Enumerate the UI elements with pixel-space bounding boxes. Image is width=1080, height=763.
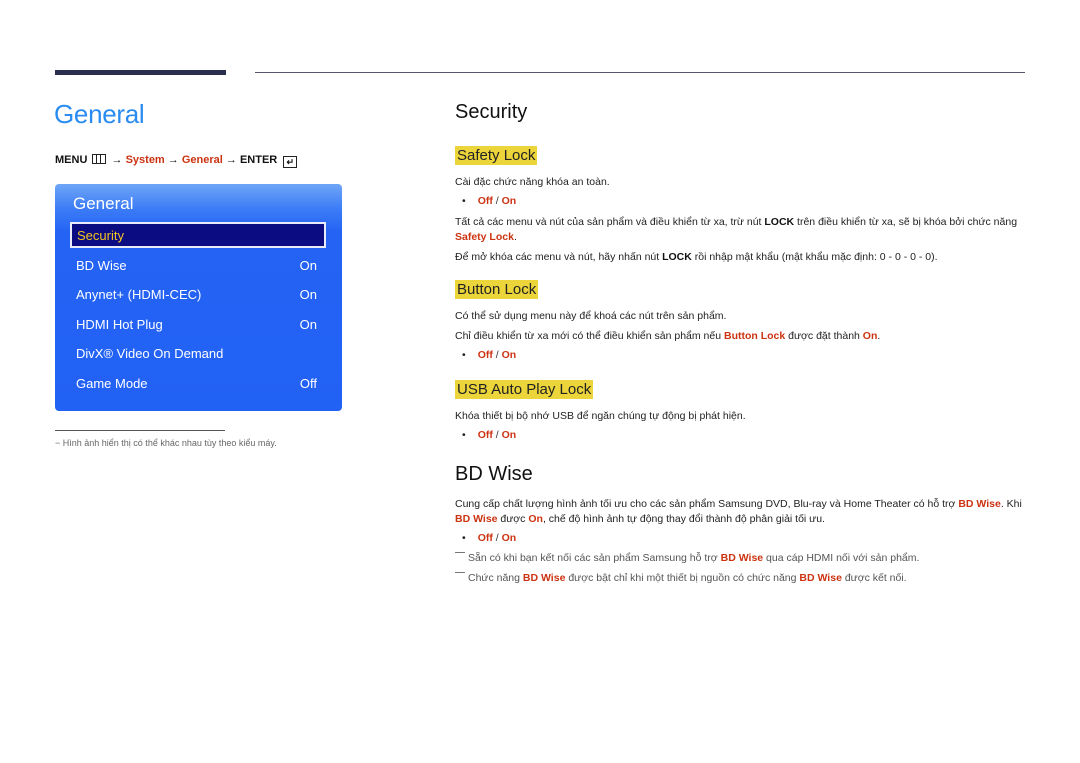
menu-item-security[interactable]: Security [70,222,326,248]
enter-label: ENTER [239,154,278,166]
menu-item-anynet[interactable]: Anynet+ (HDMI-CEC) On [70,282,326,308]
arrow: → [225,154,237,166]
menu-item-value: On [299,258,317,273]
safety-lock-desc: Cài đặc chức năng khóa an toàn. [455,176,610,188]
bd-wise-note-2: Chức năng BD Wise được bật chỉ khi một t… [455,572,907,584]
menu-path-system: System [125,154,165,166]
menu-item-divx-vod[interactable]: DivX® Video On Demand [70,341,326,367]
section-title-security: Security [455,101,528,123]
option-off: Off [477,532,493,544]
general-menu-panel: General Security BD Wise On Anynet+ (HDM… [55,184,342,411]
menu-path-general: General [181,154,223,166]
menu-label: MENU [55,154,88,166]
menu-item-hdmi-hot-plug[interactable]: HDMI Hot Plug On [70,312,326,338]
menu-item-label: HDMI Hot Plug [76,317,163,332]
arrow: → [111,154,123,166]
menu-item-label: Anynet+ (HDMI-CEC) [76,287,202,302]
enter-icon: ↵ [283,156,298,168]
menu-item-label: BD Wise [76,258,127,273]
option-on: On [501,349,517,361]
bd-wise-options: • Off / On [462,532,517,544]
option-on: On [501,429,517,441]
menu-path: MENU → System → General → ENTER ↵ [55,154,298,168]
note-dash-icon [455,552,465,553]
menu-item-value: Off [299,376,317,391]
subsection-title-usb-auto-play-lock: USB Auto Play Lock [455,380,594,399]
page-title: General [54,99,145,129]
bd-wise-note-1: Sẵn có khi bạn kết nối các sản phẩm Sams… [455,552,919,564]
usb-lock-desc: Khóa thiết bị bộ nhớ USB để ngăn chúng t… [455,410,746,422]
note-dash-icon [455,572,465,573]
menu-item-bd-wise[interactable]: BD Wise On [70,253,326,279]
usb-lock-options: • Off / On [462,429,517,441]
button-lock-para: Chỉ điều khiển từ xa mới có thể điều khi… [455,330,881,342]
subsection-title-button-lock: Button Lock [455,280,539,299]
option-on: On [501,532,517,544]
button-lock-desc: Có thể sử dụng menu này để khoá các nút … [455,310,727,322]
option-on: On [501,195,517,207]
menu-item-label: Security [77,228,124,243]
footnote: − Hình ảnh hiển thị có thể khác nhau tùy… [55,438,277,448]
header-rule-thick [55,70,226,75]
menu-item-game-mode[interactable]: Game Mode Off [70,371,326,397]
subsection-title-safety-lock: Safety Lock [455,146,538,165]
menu-item-value: On [299,317,317,332]
menu-item-label: Game Mode [76,376,148,391]
arrow: → [167,154,179,166]
menu-grid-icon [92,154,107,164]
option-off: Off [477,429,493,441]
safety-lock-para-1: Tất cả các menu và nút của sản phẩm và đ… [455,216,1018,243]
option-off: Off [477,195,493,207]
button-lock-options: • Off / On [462,349,517,361]
header-rule-thin [255,72,1025,73]
safety-lock-options: • Off / On [462,195,517,207]
menu-item-label: DivX® Video On Demand [76,346,224,361]
footnote-rule [55,430,225,431]
panel-title: General [73,194,134,213]
bd-wise-para: Cung cấp chất lượng hình ảnh tối ưu cho … [455,498,1022,525]
safety-lock-para-2: Để mở khóa các menu và nút, hãy nhấn nút… [455,251,938,263]
section-title-bd-wise: BD Wise [455,463,533,485]
option-off: Off [477,349,493,361]
menu-item-value: On [299,287,317,302]
